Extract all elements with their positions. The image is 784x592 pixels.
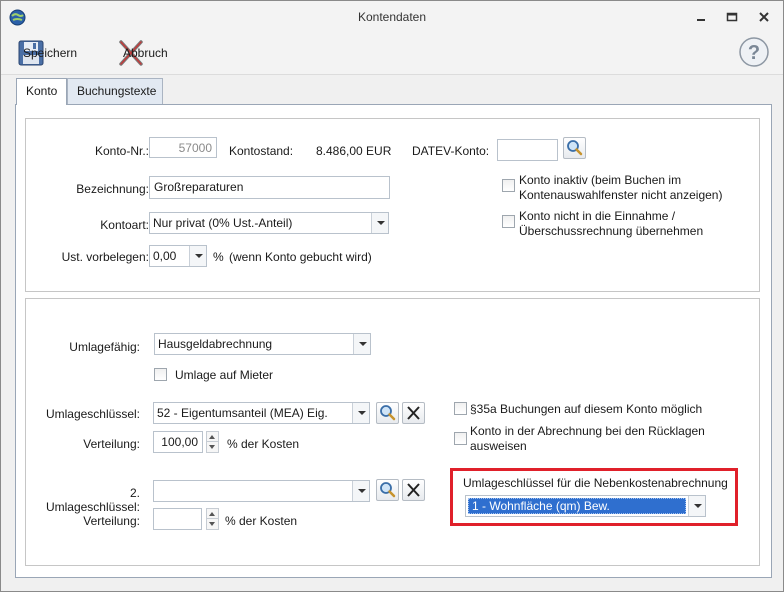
exclude-eur-checkbox[interactable] (502, 215, 515, 228)
allocatable-value: Hausgeldabrechnung (158, 337, 273, 351)
datev-label: DATEV-Konto: (412, 144, 490, 158)
inactive-label-line1: Konto inaktiv (beim Buchen im (519, 173, 682, 187)
key2-select[interactable] (153, 480, 370, 502)
toolbar: Speichern Abbruch ? (1, 33, 783, 75)
ancillary-key-label: Umlageschlüssel für die Nebenkostenabrec… (463, 476, 728, 490)
magnifier-icon (380, 482, 396, 498)
arrow-down-icon (209, 522, 215, 526)
distribution2-field[interactable] (153, 508, 202, 530)
save-label: Speichern (23, 46, 78, 60)
key-value: 52 - Eigentumsanteil (MEA) Eig. (157, 406, 328, 420)
distribution2-spinner[interactable] (206, 508, 219, 530)
cancel-label: Abbruch (123, 46, 168, 60)
chevron-down-icon (359, 342, 367, 346)
chevron-down-icon (694, 504, 702, 508)
arrow-up-icon (209, 512, 215, 516)
balance-label: Kontostand: (229, 144, 294, 158)
close-icon[interactable] (756, 9, 772, 25)
tab-buchungstexte[interactable]: Buchungstexte (67, 78, 163, 104)
inactive-label-line2: Kontenauswahlfenster nicht anzeigen) (519, 188, 723, 202)
key-clear-button[interactable] (402, 402, 425, 424)
chevron-down-icon (377, 221, 385, 225)
vat-dropdown-button[interactable] (189, 246, 206, 266)
account-type-value: Nur privat (0% Ust.-Anteil) (153, 216, 293, 230)
inactive-checkbox[interactable] (502, 179, 515, 192)
key2-search-button[interactable] (376, 479, 399, 501)
key-label: Umlageschlüssel: (45, 407, 140, 421)
spin-up-button[interactable] (207, 509, 218, 519)
key2-clear-button[interactable] (402, 479, 425, 501)
vat-label: Ust. vorbelegen: (61, 250, 149, 264)
chevron-down-icon (195, 254, 203, 258)
minimize-icon[interactable] (693, 9, 709, 25)
exclude-label-line2: Überschussrechnung übernehmen (519, 224, 704, 238)
account-group: Konto-Nr.: 57000 Kontostand: 8.486,00 EU… (25, 118, 760, 292)
kontendaten-window: Kontendaten Speichern Abbruch ? Konto Bu… (0, 0, 784, 592)
datev-search-button[interactable] (563, 137, 586, 159)
allocatable-dropdown-button[interactable] (353, 334, 370, 354)
spin-down-button[interactable] (207, 519, 218, 529)
chevron-down-icon (358, 489, 366, 493)
spin-up-button[interactable] (207, 432, 218, 442)
distribution-label: Verteilung: (83, 437, 140, 451)
key2-label: 2. Umlageschlüssel: (45, 486, 140, 514)
distribution-spinner[interactable] (206, 431, 219, 453)
clear-x-icon (407, 483, 420, 497)
exclude-label-line1: Konto nicht in die Einnahme / (519, 209, 676, 223)
ancillary-key-select[interactable]: 1 - Wohnfläche (qm) Bew. (465, 495, 706, 517)
svg-text:?: ? (748, 42, 760, 64)
allocatable-label: Umlagefähig: (69, 340, 140, 354)
ancillary-key-dropdown-button[interactable] (688, 496, 705, 516)
balance-value: 8.486,00 EUR (316, 144, 392, 158)
tenant-allocation-label: Umlage auf Mieter (175, 368, 274, 382)
tenant-allocation-checkbox[interactable] (154, 368, 167, 381)
arrow-down-icon (209, 445, 215, 449)
distribution-unit: % der Kosten (227, 437, 300, 451)
title-bar: Kontendaten (1, 1, 783, 33)
magnifier-icon (380, 405, 396, 421)
key-search-button[interactable] (376, 402, 399, 424)
arrow-up-icon (209, 435, 215, 439)
type-label: Kontoart: (100, 218, 149, 232)
spin-down-button[interactable] (207, 442, 218, 452)
s35a-checkbox[interactable] (454, 402, 467, 415)
reserve-label-line2: ausweisen (470, 439, 527, 453)
name-label: Bezeichnung: (76, 182, 149, 196)
save-button[interactable]: Speichern (17, 38, 77, 68)
chevron-down-icon (358, 411, 366, 415)
ancillary-key-value: 1 - Wohnfläche (qm) Bew. (468, 498, 686, 514)
account-number-label: Konto-Nr.: (94, 144, 149, 158)
distribution2-unit: % der Kosten (225, 514, 298, 528)
clear-x-icon (407, 406, 420, 420)
reserve-checkbox[interactable] (454, 432, 467, 445)
vat-unit: % (213, 250, 224, 264)
key-dropdown-button[interactable] (352, 403, 369, 423)
cancel-button[interactable]: Abbruch (117, 38, 168, 68)
vat-select[interactable]: 0,00 (149, 245, 207, 267)
account-type-dropdown-button[interactable] (371, 213, 388, 233)
key2-dropdown-button[interactable] (352, 481, 369, 501)
magnifier-icon (567, 140, 583, 156)
account-type-select[interactable]: Nur privat (0% Ust.-Anteil) (149, 212, 389, 234)
help-icon[interactable]: ? (738, 36, 770, 68)
maximize-icon[interactable] (724, 9, 740, 25)
s35a-label: §35a Buchungen auf diesem Konto möglich (470, 402, 703, 416)
vat-value: 0,00 (153, 249, 177, 263)
account-number-field[interactable]: 57000 (149, 137, 217, 158)
tab-konto[interactable]: Konto (16, 78, 68, 105)
vat-hint: (wenn Konto gebucht wird) (229, 250, 372, 264)
datev-account-field[interactable] (497, 139, 558, 161)
window-title: Kontendaten (357, 10, 427, 24)
name-field[interactable]: Großreparaturen (149, 176, 390, 199)
distribution2-label: Verteilung: (83, 514, 140, 528)
key-select[interactable]: 52 - Eigentumsanteil (MEA) Eig. (153, 402, 370, 424)
allocatable-select[interactable]: Hausgeldabrechnung (154, 333, 371, 355)
ancillary-key-highlight: Umlageschlüssel für die Nebenkostenabrec… (450, 468, 738, 526)
distribution-field[interactable]: 100,00 (153, 431, 203, 453)
reserve-label-line1: Konto in der Abrechnung bei den Rücklage… (470, 424, 705, 438)
